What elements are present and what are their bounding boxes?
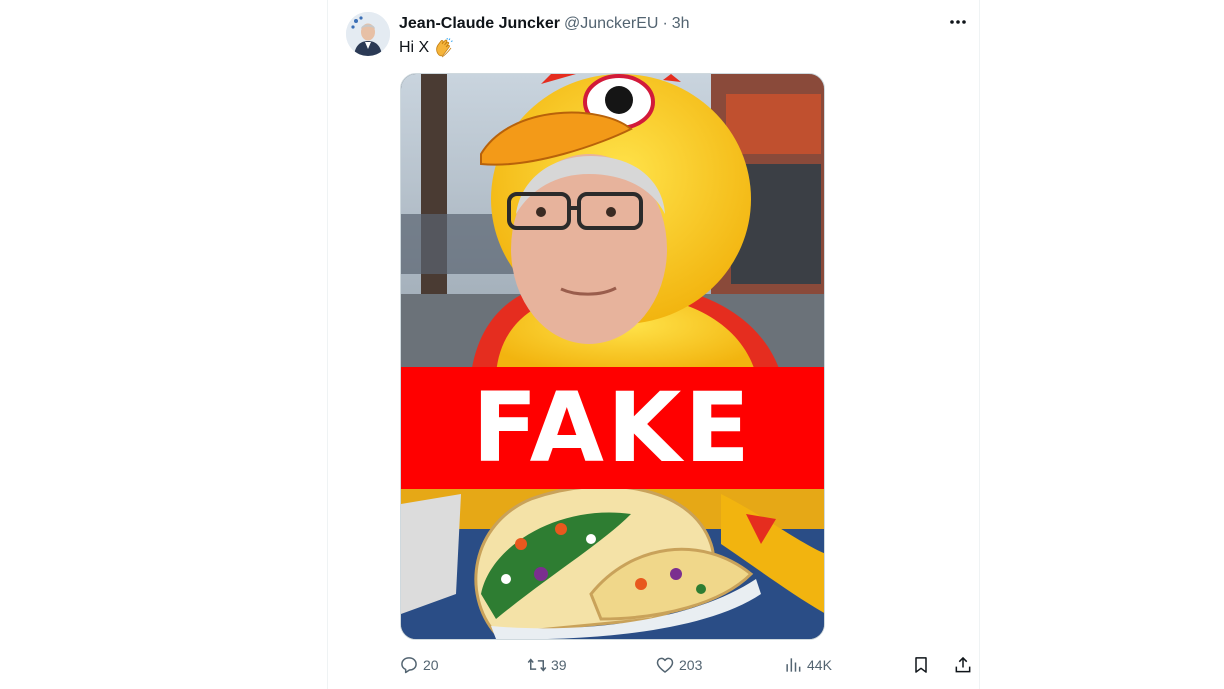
reply-button[interactable]: 20 bbox=[399, 653, 439, 677]
fake-label-text: FAKE bbox=[472, 372, 753, 484]
tweet-header: Jean-Claude Juncker @JunckerEU · 3h bbox=[399, 13, 690, 35]
share-button[interactable] bbox=[953, 653, 973, 677]
tweet-text: Hi X bbox=[399, 38, 454, 58]
share-icon bbox=[955, 656, 971, 673]
clapping-hands-icon bbox=[436, 38, 453, 58]
display-name[interactable]: Jean-Claude Juncker bbox=[399, 15, 560, 33]
photo-chicken-costume bbox=[401, 74, 824, 639]
like-button[interactable]: 203 bbox=[655, 653, 702, 677]
more-options-button[interactable] bbox=[946, 10, 970, 34]
reply-icon bbox=[401, 657, 417, 674]
tweet-text-content: Hi X bbox=[399, 39, 430, 56]
repost-button[interactable]: 39 bbox=[527, 653, 567, 677]
more-icon bbox=[950, 20, 966, 24]
repost-count: 39 bbox=[551, 657, 567, 673]
tweet[interactable]: Jean-Claude Juncker @JunckerEU · 3h Hi X bbox=[328, 0, 979, 689]
user-handle[interactable]: @JunckerEU bbox=[564, 15, 659, 33]
views-button[interactable]: 44K bbox=[783, 653, 832, 677]
timeline-column: Jean-Claude Juncker @JunckerEU · 3h Hi X bbox=[327, 0, 980, 689]
views-icon bbox=[786, 658, 801, 672]
avatar-image bbox=[346, 12, 390, 56]
page: Jean-Claude Juncker @JunckerEU · 3h Hi X bbox=[0, 0, 1224, 689]
avatar[interactable] bbox=[346, 12, 390, 56]
bookmark-button[interactable] bbox=[911, 653, 931, 677]
timestamp[interactable]: 3h bbox=[672, 15, 690, 33]
reply-count: 20 bbox=[423, 657, 439, 673]
tweet-image[interactable]: FAKE bbox=[400, 73, 825, 640]
like-count: 203 bbox=[679, 657, 703, 673]
repost-icon bbox=[527, 658, 547, 672]
fake-label-banner: FAKE bbox=[401, 367, 824, 489]
separator-dot: · bbox=[662, 15, 668, 32]
view-count: 44K bbox=[807, 657, 832, 673]
heart-icon bbox=[656, 657, 674, 673]
bookmark-icon bbox=[915, 657, 927, 673]
tweet-actions: 20 39 203 44K bbox=[399, 653, 979, 677]
